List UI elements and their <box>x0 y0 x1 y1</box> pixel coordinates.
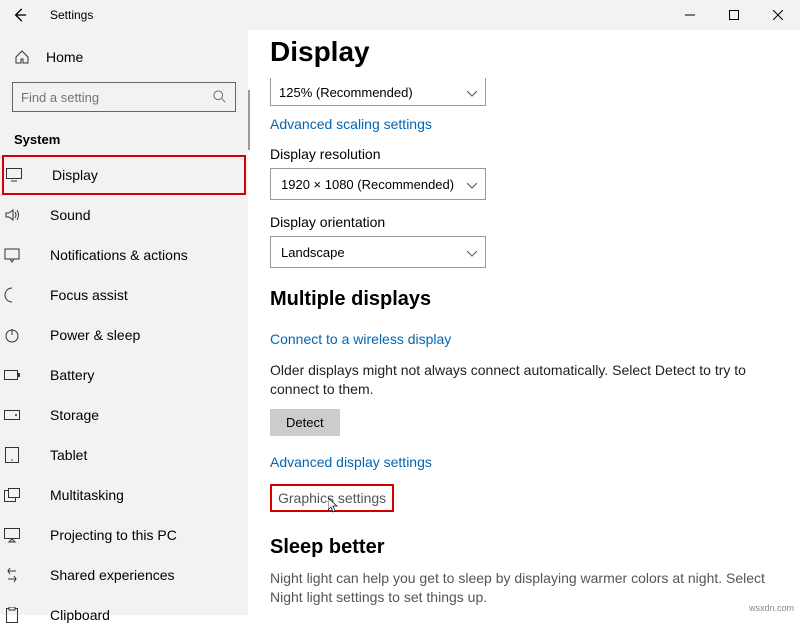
search-input[interactable] <box>12 82 236 112</box>
sleep-better-heading: Sleep better <box>270 536 776 559</box>
sidebar-item-label: Multitasking <box>50 487 124 503</box>
nav-list: Display Sound Notifications & actions Fo… <box>0 155 248 635</box>
sidebar-item-storage[interactable]: Storage <box>0 395 248 435</box>
scrollbar[interactable] <box>248 90 250 150</box>
power-icon <box>4 327 20 343</box>
watermark: wsxdn.com <box>749 603 794 613</box>
sidebar-item-label: Shared experiences <box>50 567 175 583</box>
sidebar-item-display[interactable]: Display <box>2 155 246 195</box>
sleep-better-text: Night light can help you get to sleep by… <box>270 569 776 607</box>
multitasking-icon <box>4 487 20 503</box>
home-icon <box>14 49 30 65</box>
cursor-icon <box>328 498 340 514</box>
sidebar-item-battery[interactable]: Battery <box>0 355 248 395</box>
scale-value: 125% (Recommended) <box>279 85 413 100</box>
arrow-left-icon <box>13 8 27 22</box>
sidebar-item-label: Power & sleep <box>50 327 140 343</box>
sidebar-item-label: Focus assist <box>50 287 128 303</box>
sidebar-item-sound[interactable]: Sound <box>0 195 248 235</box>
sidebar-item-label: Storage <box>50 407 99 423</box>
search-icon <box>213 90 227 104</box>
back-button[interactable] <box>8 3 32 27</box>
focus-assist-icon <box>4 287 20 303</box>
tablet-icon <box>4 447 20 463</box>
chevron-down-icon <box>467 85 477 100</box>
storage-icon <box>4 407 20 423</box>
resolution-label: Display resolution <box>270 146 776 162</box>
sidebar-item-label: Battery <box>50 367 94 383</box>
sidebar-item-multitasking[interactable]: Multitasking <box>0 475 248 515</box>
sidebar-item-projecting[interactable]: Projecting to this PC <box>0 515 248 555</box>
display-icon <box>6 167 22 183</box>
maximize-button[interactable] <box>712 0 756 30</box>
sidebar-item-tablet[interactable]: Tablet <box>0 435 248 475</box>
orientation-label: Display orientation <box>270 214 776 230</box>
sidebar-item-clipboard[interactable]: Clipboard <box>0 595 248 635</box>
close-button[interactable] <box>756 0 800 30</box>
sidebar-item-focus-assist[interactable]: Focus assist <box>0 275 248 315</box>
older-displays-text: Older displays might not always connect … <box>270 361 776 399</box>
titlebar: Settings <box>0 0 800 30</box>
detect-button[interactable]: Detect <box>270 409 340 436</box>
shared-icon <box>4 567 20 583</box>
chevron-down-icon <box>467 177 477 192</box>
content-area: Display 125% (Recommended) Advanced scal… <box>248 30 800 615</box>
sidebar-item-label: Notifications & actions <box>50 247 188 263</box>
sidebar-item-label: Sound <box>50 207 90 223</box>
orientation-dropdown[interactable]: Landscape <box>270 236 486 268</box>
advanced-scaling-link[interactable]: Advanced scaling settings <box>270 116 432 132</box>
window-title: Settings <box>50 8 93 22</box>
sound-icon <box>4 207 20 223</box>
resolution-value: 1920 × 1080 (Recommended) <box>281 177 454 192</box>
projecting-icon <box>4 527 20 543</box>
minimize-button[interactable] <box>668 0 712 30</box>
sidebar-item-power-sleep[interactable]: Power & sleep <box>0 315 248 355</box>
home-button[interactable]: Home <box>0 40 248 74</box>
home-label: Home <box>46 49 83 65</box>
resolution-dropdown[interactable]: 1920 × 1080 (Recommended) <box>270 168 486 200</box>
category-label: System <box>0 120 248 155</box>
sidebar-item-label: Display <box>52 167 98 183</box>
sidebar-item-shared-experiences[interactable]: Shared experiences <box>0 555 248 595</box>
multiple-displays-heading: Multiple displays <box>270 288 776 311</box>
wireless-display-link[interactable]: Connect to a wireless display <box>270 331 451 347</box>
sidebar-item-label: Tablet <box>50 447 87 463</box>
sidebar: Home System Display Sound Notifications … <box>0 30 248 615</box>
battery-icon <box>4 367 20 383</box>
sidebar-item-label: Clipboard <box>50 607 110 623</box>
orientation-value: Landscape <box>281 245 345 260</box>
notifications-icon <box>4 247 20 263</box>
sidebar-item-label: Projecting to this PC <box>50 527 177 543</box>
sidebar-item-notifications[interactable]: Notifications & actions <box>0 235 248 275</box>
page-title: Display <box>270 36 776 68</box>
scale-dropdown[interactable]: 125% (Recommended) <box>270 78 486 106</box>
advanced-display-link[interactable]: Advanced display settings <box>270 454 432 470</box>
search-field[interactable] <box>21 90 213 105</box>
graphics-settings-link[interactable]: Graphics settings <box>270 484 394 512</box>
clipboard-icon <box>4 607 20 623</box>
chevron-down-icon <box>467 245 477 260</box>
